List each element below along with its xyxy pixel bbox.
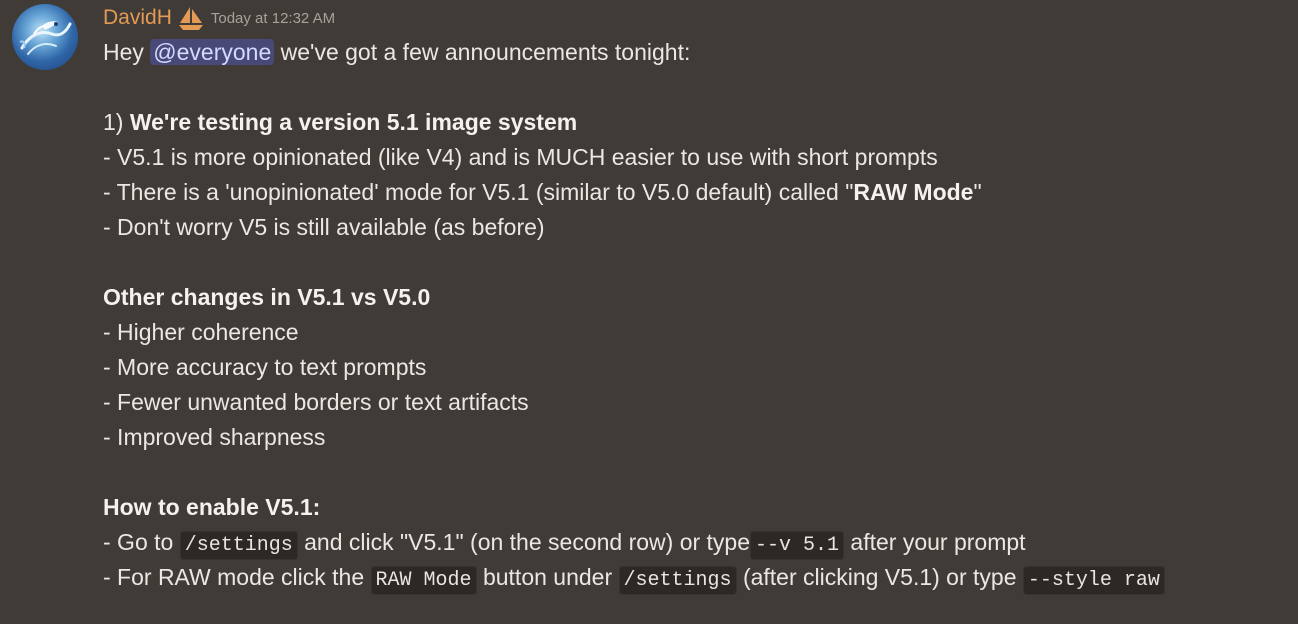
everyone-mention[interactable]: @everyone — [150, 39, 275, 65]
list-item: - Higher coherence — [103, 319, 299, 345]
text-segment: (after clicking V5.1) or type — [742, 564, 1017, 590]
section3-title: How to enable V5.1: — [103, 494, 321, 520]
dragon-avatar-icon — [19, 21, 72, 55]
section1-title: We're testing a version 5.1 image system — [129, 109, 578, 135]
list-item: - Don't worry V5 is still available (as … — [103, 214, 545, 240]
list-item: - V5.1 is more opinionated (like V4) and… — [103, 144, 938, 170]
message-content: Hey @everyone we've got a few announceme… — [103, 35, 1278, 595]
message-header: DavidH Today at 12:32 AM — [103, 4, 335, 32]
list-item: - Fewer unwanted borders or text artifac… — [103, 389, 529, 415]
inline-code: --style raw — [1022, 566, 1165, 595]
list-item: - More accuracy to text prompts — [103, 354, 427, 380]
inline-code: --v 5.1 — [750, 531, 845, 560]
inline-code: RAW Mode — [370, 566, 477, 595]
list-item-text: - There is a 'unopinionated' mode for V5… — [103, 179, 854, 205]
inline-code: /settings — [179, 531, 298, 560]
username[interactable]: DavidH — [103, 6, 172, 30]
raw-mode-bold: RAW Mode — [853, 179, 974, 205]
section2-title: Other changes in V5.1 vs V5.0 — [103, 284, 431, 310]
intro-text-after: we've got a few announcements tonight: — [280, 39, 691, 65]
avatar[interactable] — [12, 4, 78, 70]
section1-prefix: 1) — [103, 109, 124, 135]
text-segment: - For RAW mode click the — [103, 564, 365, 590]
text-segment: after your prompt — [850, 529, 1026, 555]
list-item: - For RAW mode click the RAW Mode button… — [103, 560, 1278, 595]
section1-heading: 1) We're testing a version 5.1 image sys… — [103, 105, 1278, 140]
text-segment: button under — [482, 564, 613, 590]
text-segment: and click "V5.1" (on the second row) or … — [304, 529, 751, 555]
list-item: - Go to /settings and click "V5.1" (on t… — [103, 525, 1278, 560]
text-segment: - Go to — [103, 529, 174, 555]
sailboat-icon — [177, 5, 205, 31]
intro-line: Hey @everyone we've got a few announceme… — [103, 35, 1278, 70]
timestamp[interactable]: Today at 12:32 AM — [211, 10, 335, 27]
quote-close: " — [973, 179, 982, 205]
inline-code: /settings — [618, 566, 737, 595]
chat-message: DavidH Today at 12:32 AM Hey @everyone w… — [0, 0, 1298, 624]
list-item: - Improved sharpness — [103, 424, 326, 450]
intro-text: Hey — [103, 39, 144, 65]
list-item: - There is a 'unopinionated' mode for V5… — [103, 175, 1278, 210]
